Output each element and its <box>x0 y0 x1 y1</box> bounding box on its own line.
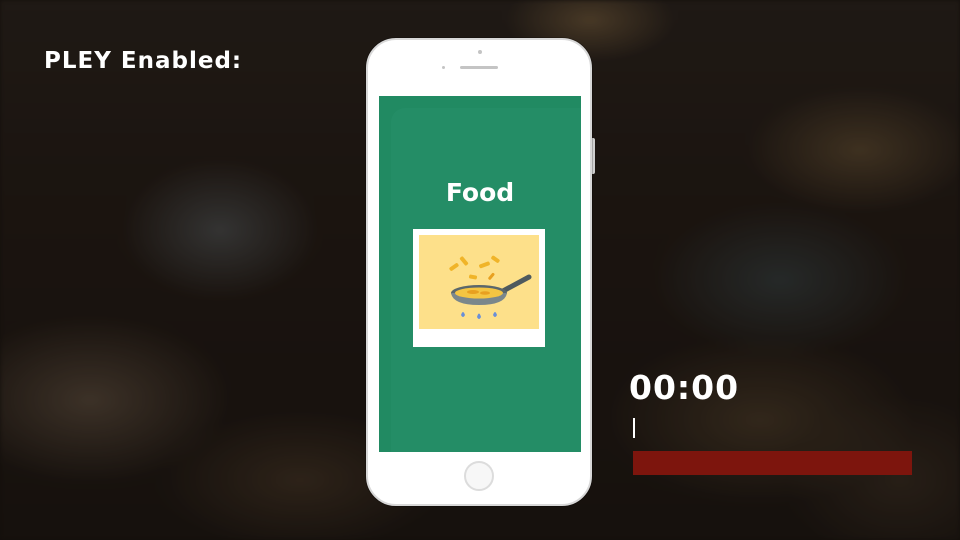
frying-pan-icon <box>449 255 532 319</box>
category-title: Food <box>445 178 515 207</box>
category-image <box>419 235 539 329</box>
phone-sensor <box>442 66 445 69</box>
timer-display: 00:00 <box>629 368 740 407</box>
phone-home-button <box>464 461 494 491</box>
category-card[interactable] <box>413 229 545 347</box>
phone-speaker <box>460 66 498 69</box>
phone-camera <box>478 50 482 54</box>
timer-playhead <box>633 418 635 438</box>
pley-enabled-label: PLEY Enabled: <box>44 48 243 74</box>
phone-mockup: Food <box>366 38 592 506</box>
phone-screen: Food <box>379 96 581 452</box>
phone-side-button <box>592 138 595 174</box>
timer-progress-bar <box>633 451 912 475</box>
video-frame: PLEY Enabled: Food 00:00 <box>0 0 960 540</box>
